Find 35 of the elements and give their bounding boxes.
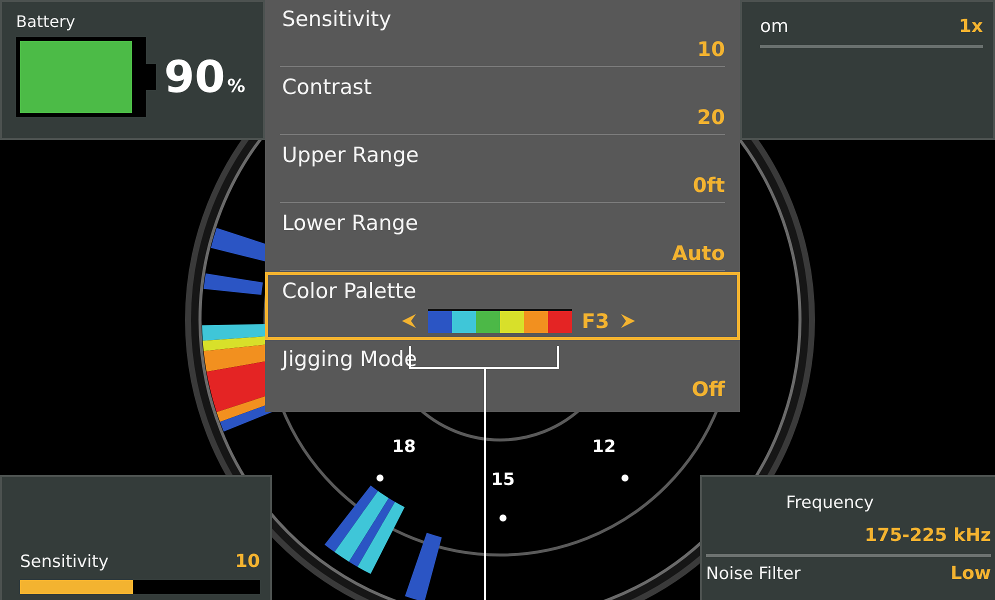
menu-item-value: Off <box>692 377 725 401</box>
menu-item[interactable]: Lower Range Auto <box>265 204 740 272</box>
menu-item[interactable]: Contrast 20 <box>265 68 740 136</box>
menu-item-value: 20 <box>697 105 725 129</box>
palette-value: F3 <box>582 309 610 333</box>
menu-item-value: 0ft <box>692 173 725 197</box>
zoom-value: 1x <box>958 16 983 37</box>
menu-item-label: Upper Range <box>282 143 420 167</box>
menu-item[interactable]: Color Palette F3 <box>265 272 740 340</box>
menu-item-value: Auto <box>672 241 725 265</box>
menu-item-label: Color Palette <box>282 279 418 303</box>
arrow-left-icon[interactable] <box>400 312 418 330</box>
menu-item-label: Lower Range <box>282 211 420 235</box>
menu-item-label: Sensitivity <box>282 7 392 31</box>
noise-filter-label: Noise Filter <box>706 564 801 584</box>
frequency-label: Frequency <box>785 493 875 513</box>
frequency-value: 175-225 kHz <box>864 525 991 546</box>
depth-label: 18 <box>392 437 416 457</box>
noise-filter-value: Low <box>950 563 991 584</box>
menu-item[interactable]: Sensitivity 10 <box>265 0 740 68</box>
zoom-label: om <box>760 16 789 37</box>
arrow-right-icon[interactable] <box>619 312 638 330</box>
depth-label: 15 <box>491 470 515 490</box>
menu-item-label: Contrast <box>282 75 373 99</box>
tick-mark <box>500 514 506 522</box>
menu-item[interactable]: Upper Range 0ft <box>265 136 740 204</box>
tick-mark <box>622 474 628 482</box>
menu-item-value: 10 <box>697 37 725 61</box>
depth-label: 12 <box>592 437 616 457</box>
battery-percent: 90% <box>164 52 246 102</box>
battery-label: Battery <box>16 12 76 31</box>
tick-mark <box>376 474 384 482</box>
battery-icon <box>16 37 156 117</box>
sensitivity-value: 10 <box>234 551 260 572</box>
sensitivity-label: Sensitivity <box>20 552 109 572</box>
